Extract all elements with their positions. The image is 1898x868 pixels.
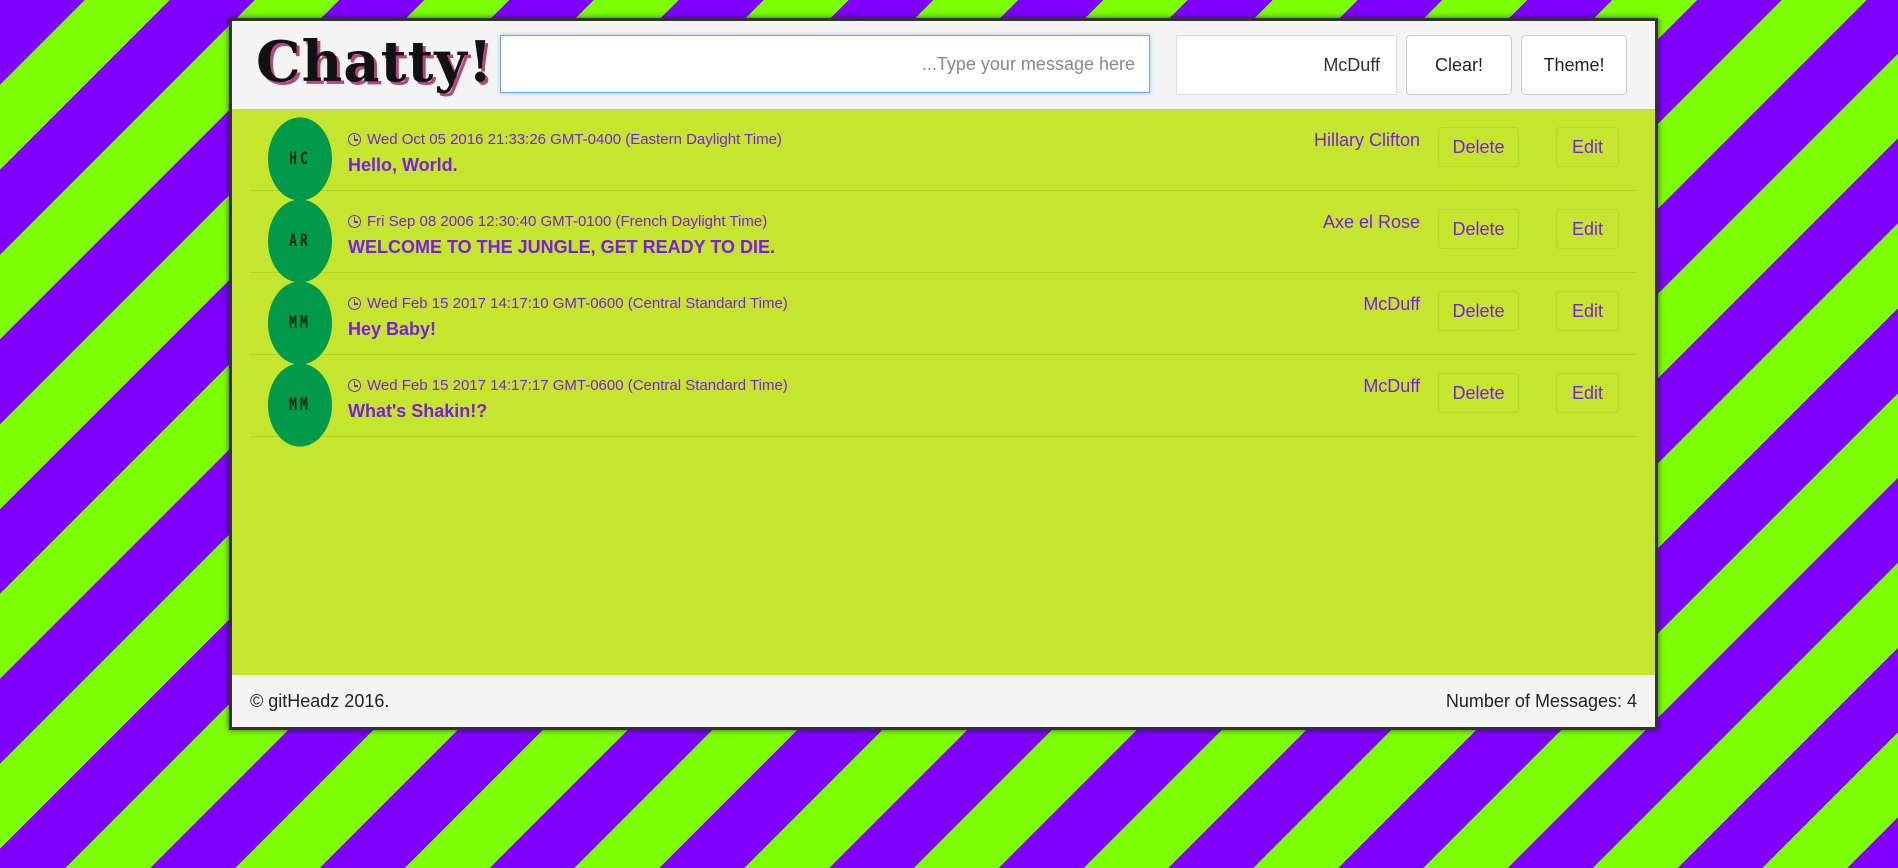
delete-button[interactable]: Delete	[1438, 209, 1519, 249]
chat-app-window: Chatty! Clear! Theme! HC Wed Oct 05 2016…	[229, 18, 1658, 730]
message-timestamp: Wed Oct 05 2016 21:33:26 GMT-0400 (Easte…	[348, 131, 782, 148]
message-row: HC Wed Oct 05 2016 21:33:26 GMT-0400 (Ea…	[250, 109, 1637, 201]
edit-button[interactable]: Edit	[1556, 127, 1619, 167]
edit-button[interactable]: Edit	[1556, 373, 1619, 413]
timestamp-text: Wed Oct 05 2016 21:33:26 GMT-0400 (Easte…	[367, 131, 782, 148]
message-text: What's Shakin!?	[348, 401, 488, 421]
message-row: AR Fri Sep 08 2006 12:30:40 GMT-0100 (Fr…	[250, 191, 1637, 283]
clock-icon	[348, 215, 361, 228]
avatar: HC	[268, 117, 332, 201]
edit-button[interactable]: Edit	[1556, 291, 1619, 331]
message-text: WELCOME TO THE JUNGLE, GET READY TO DIE.	[348, 237, 776, 257]
message-author: Hillary Clifton	[1313, 130, 1420, 150]
avatar: MM	[268, 281, 332, 365]
copyright-text: © gitHeadz 2016.	[250, 691, 390, 711]
clear-button[interactable]: Clear!	[1406, 35, 1512, 95]
avatar: AR	[268, 199, 332, 283]
message-count: Number of Messages: 4	[1445, 691, 1637, 711]
clock-icon	[348, 379, 361, 392]
timestamp-text: Wed Feb 15 2017 14:17:10 GMT-0600 (Centr…	[367, 295, 788, 312]
message-row: MM Wed Feb 15 2017 14:17:10 GMT-0600 (Ce…	[250, 273, 1637, 365]
message-row: MM Wed Feb 15 2017 14:17:17 GMT-0600 (Ce…	[250, 355, 1637, 447]
message-timestamp: Wed Feb 15 2017 14:17:17 GMT-0600 (Centr…	[348, 377, 788, 394]
delete-button[interactable]: Delete	[1438, 373, 1519, 413]
app-logo: Chatty!	[256, 29, 494, 95]
clock-icon	[348, 297, 361, 310]
message-timestamp: Wed Feb 15 2017 14:17:10 GMT-0600 (Centr…	[348, 295, 788, 312]
theme-button[interactable]: Theme!	[1521, 35, 1627, 95]
timestamp-text: Wed Feb 15 2017 14:17:17 GMT-0600 (Centr…	[367, 377, 788, 394]
delete-button[interactable]: Delete	[1438, 291, 1519, 331]
message-author: Axe el Rose	[1322, 212, 1420, 232]
clock-icon	[348, 133, 361, 146]
delete-button[interactable]: Delete	[1438, 127, 1519, 167]
message-text: Hey Baby!	[348, 319, 437, 339]
username-input[interactable]	[1176, 35, 1397, 95]
message-text: Hello, World.	[348, 155, 458, 175]
message-author: McDuff	[1363, 376, 1420, 396]
message-timestamp: Fri Sep 08 2006 12:30:40 GMT-0100 (Frenc…	[348, 213, 767, 230]
edit-button[interactable]: Edit	[1556, 209, 1619, 249]
message-author: McDuff	[1363, 294, 1420, 314]
timestamp-text: Fri Sep 08 2006 12:30:40 GMT-0100 (Frenc…	[367, 213, 768, 230]
message-list: HC Wed Oct 05 2016 21:33:26 GMT-0400 (Ea…	[250, 109, 1637, 447]
message-input[interactable]	[500, 35, 1150, 93]
avatar: MM	[268, 363, 332, 447]
header: Chatty! Clear! Theme!	[232, 21, 1655, 109]
footer: © gitHeadz 2016. Number of Messages: 4	[232, 675, 1655, 727]
